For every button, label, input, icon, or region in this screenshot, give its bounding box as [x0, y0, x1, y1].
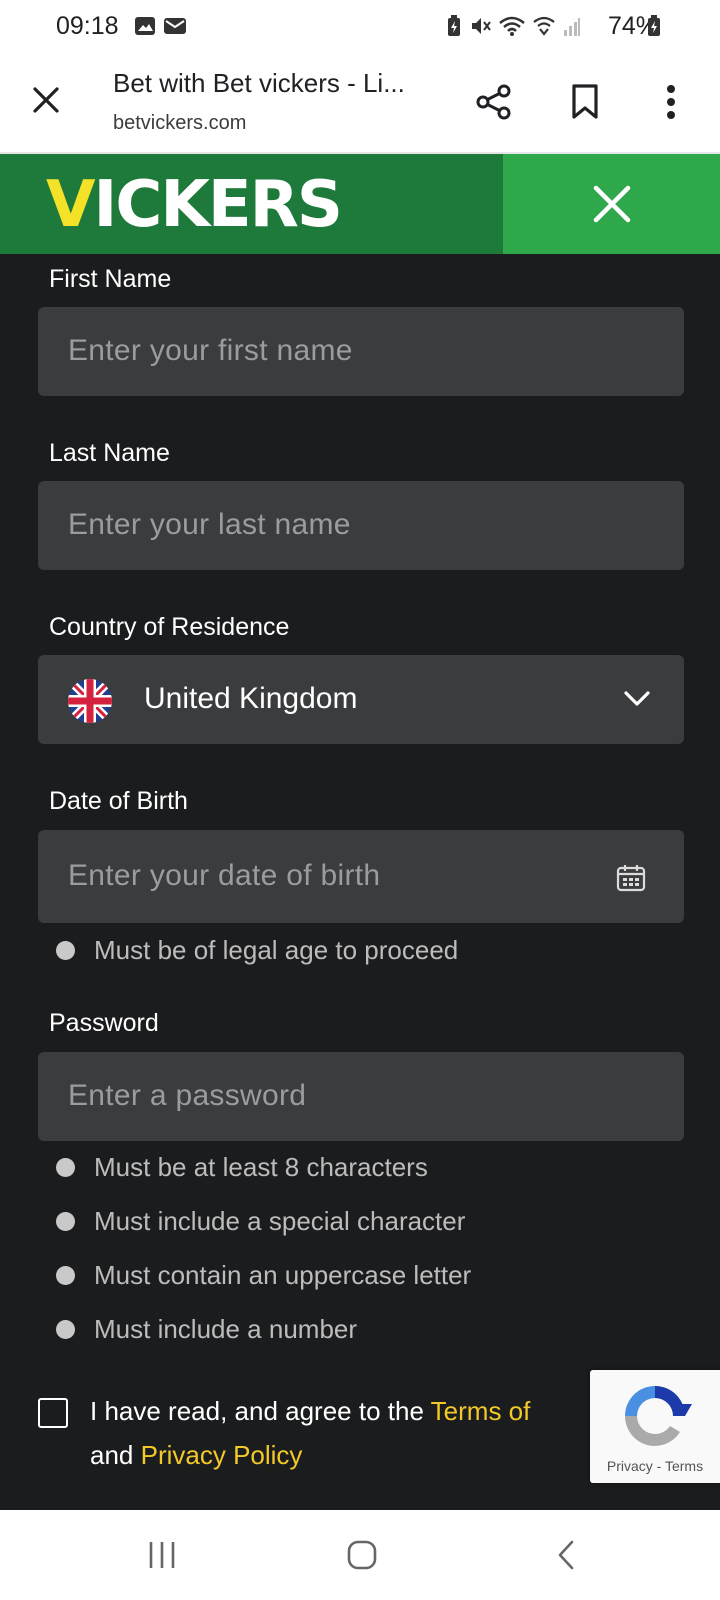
password-label: Password	[49, 1009, 159, 1037]
privacy-text: and Privacy Policy	[90, 1440, 303, 1470]
vickers-logo[interactable]: VICKERS	[46, 168, 343, 242]
battery-icon	[648, 15, 660, 36]
site-header: VICKERS	[0, 154, 720, 254]
rule-bullet	[56, 1266, 75, 1285]
rule-bullet	[56, 1212, 75, 1231]
close-icon	[593, 185, 631, 223]
first-name-input[interactable]: Enter your first name	[38, 307, 684, 396]
rule-text: Must contain an uppercase letter	[94, 1260, 472, 1290]
first-name-label: First Name	[49, 265, 172, 293]
chevron-down-icon	[624, 691, 650, 706]
share-icon[interactable]	[476, 84, 512, 120]
close-icon[interactable]	[30, 84, 62, 116]
wifi-icon	[499, 16, 525, 36]
battery-saver-icon	[448, 15, 460, 36]
password-placeholder: Enter a password	[68, 1079, 307, 1112]
first-name-placeholder: Enter your first name	[68, 334, 353, 367]
rule-bullet	[56, 1158, 75, 1177]
dob-placeholder: Enter your date of birth	[68, 859, 381, 892]
back-icon[interactable]	[556, 1540, 576, 1570]
browser-toolbar: Bet with Bet vickers - Li... betvickers.…	[0, 52, 720, 154]
rule-bullet	[56, 941, 75, 960]
uk-flag-icon	[68, 679, 112, 723]
country-select[interactable]: United Kingdom	[38, 655, 684, 744]
last-name-input[interactable]: Enter your last name	[38, 481, 684, 570]
gallery-icon	[135, 17, 155, 35]
password-input[interactable]: Enter a password	[38, 1052, 684, 1141]
last-name-label: Last Name	[49, 439, 170, 467]
recents-icon[interactable]	[148, 1540, 176, 1570]
page-url: betvickers.com	[113, 112, 247, 134]
status-bar: 09:18 74%	[0, 0, 720, 52]
country-label: Country of Residence	[49, 613, 290, 641]
terms-text: I have read, and agree to the Terms of	[90, 1396, 531, 1426]
terms-checkbox[interactable]	[38, 1398, 68, 1428]
rule-bullet	[56, 1320, 75, 1339]
bookmark-icon[interactable]	[571, 84, 599, 120]
rule-text: Must include a special character	[94, 1206, 466, 1236]
rule-text: Must be of legal age to proceed	[94, 935, 459, 965]
signal-icon	[564, 18, 580, 36]
rule-text: Must include a number	[94, 1314, 358, 1344]
close-registration-button[interactable]	[503, 154, 720, 254]
recaptcha-links: Privacy - Terms	[606, 1458, 704, 1474]
country-value: United Kingdom	[144, 682, 358, 715]
wifi-calling-icon	[533, 16, 555, 36]
privacy-policy-link[interactable]: Privacy Policy	[141, 1440, 303, 1470]
recaptcha-terms-link[interactable]: Terms	[665, 1458, 703, 1474]
calendar-icon[interactable]	[616, 863, 646, 893]
page-title: Bet with Bet vickers - Li...	[113, 68, 405, 98]
dob-label: Date of Birth	[49, 787, 188, 815]
last-name-placeholder: Enter your last name	[68, 508, 351, 541]
clock: 09:18	[56, 12, 119, 40]
recaptcha-badge[interactable]: Privacy - Terms	[590, 1370, 720, 1483]
rule-text: Must be at least 8 characters	[94, 1152, 428, 1182]
dob-input[interactable]: Enter your date of birth	[38, 830, 684, 923]
mute-icon	[472, 18, 491, 34]
home-icon[interactable]	[347, 1540, 377, 1570]
mail-icon	[164, 18, 186, 34]
navigation-bar	[0, 1510, 720, 1600]
more-vert-icon[interactable]	[666, 84, 676, 120]
terms-link[interactable]: Terms of	[431, 1396, 531, 1426]
recaptcha-privacy-link[interactable]: Privacy	[607, 1458, 653, 1474]
recaptcha-logo-icon	[625, 1386, 692, 1446]
